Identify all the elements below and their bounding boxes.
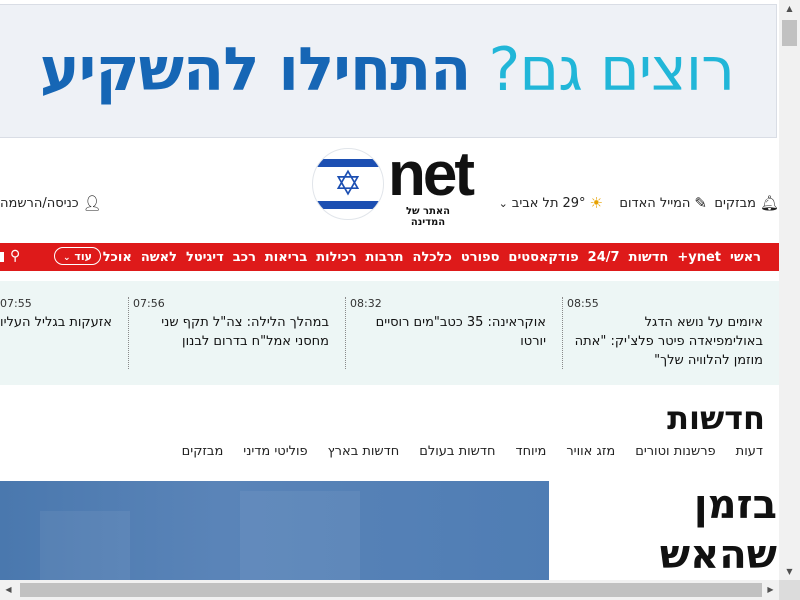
weather-widget[interactable]: ☀ 29° תל אביב ⌄ (498, 194, 603, 212)
ad-banner-text: רוצים גם? התחילו להשקיע (39, 35, 735, 105)
nav-items: ראשי ynet+ חדשות 24/7 פודקאסטים ספורט כל… (103, 243, 761, 271)
scrollbar-corner (779, 580, 800, 600)
ticker-text: במהלך הלילה: צה"ל תקף שני מחסני אמל"ח בד… (161, 315, 329, 349)
ticker-time: 07:55 (0, 297, 32, 310)
ticker-text: אזעקות בגליל העליון (0, 315, 112, 330)
nav-item-home[interactable]: ראשי (730, 250, 761, 265)
ticker-item[interactable]: 08:55 איומים על נושא הדגל באולימפיאדה פי… (567, 297, 763, 370)
user-icon: 👤︎ (82, 194, 102, 212)
vertical-scroll-thumb[interactable] (782, 20, 797, 46)
search-icon[interactable]: ⚲ (10, 249, 20, 264)
ticker-text: איומים על נושא הדגל באולימפיאדה פיטר פלצ… (574, 315, 763, 368)
site-header: 🔔︎ מבזקים ✎ המייל האדום ☀ 29° תל אביב ⌄ … (0, 140, 779, 240)
subnav-item-alerts[interactable]: מבזקים (182, 444, 224, 459)
ticker-time: 07:56 (133, 297, 165, 310)
nav-item-cars[interactable]: רכב (233, 250, 256, 265)
ad-banner-text-bold: התחילו להשקיע (39, 35, 472, 105)
nav-item-digital[interactable]: דיגיטל (186, 250, 224, 265)
alerts-link[interactable]: 🔔︎ מבזקים (714, 194, 779, 212)
ticker-divider (562, 297, 563, 369)
hero-image[interactable] (0, 481, 549, 580)
red-mail-label: המייל האדום (619, 196, 691, 211)
page-viewport: רוצים גם? התחילו להשקיע 🔔︎ מבזקים ✎ המיי… (0, 0, 779, 580)
bell-icon: 🔔︎ (759, 194, 779, 212)
scroll-right-icon[interactable]: ▶ (762, 580, 779, 600)
nav-item-culture[interactable]: תרבות (366, 250, 404, 265)
subnav-item-opinion-columns[interactable]: פרשנות וטורים (635, 444, 715, 459)
scroll-up-icon[interactable]: ▲ (779, 0, 800, 17)
nav-more-button[interactable]: עוד ⌄ (54, 247, 101, 265)
main-nav: ראשי ynet+ חדשות 24/7 פודקאסטים ספורט כל… (0, 243, 779, 271)
ad-banner[interactable]: רוצים גם? התחילו להשקיע (0, 4, 777, 138)
ticker-divider (345, 297, 346, 369)
horizontal-scroll-thumb[interactable] (20, 583, 762, 597)
ticker-divider (128, 297, 129, 369)
logo-tagline: האתר של המדינה (405, 206, 451, 228)
nav-edge-marker (0, 252, 4, 262)
vertical-scrollbar[interactable]: ▲ ▼ (779, 0, 800, 580)
nav-item-247[interactable]: 24/7 (588, 250, 620, 265)
nav-more-label: עוד (74, 250, 92, 263)
scroll-down-icon[interactable]: ▼ (779, 563, 800, 580)
ticker-time: 08:32 (350, 297, 382, 310)
subnav-item-world-news[interactable]: חדשות בעולם (419, 444, 495, 459)
section-subnav: מבזקים פוליטי מדיני חדשות בארץ חדשות בעו… (182, 444, 763, 459)
subnav-item-politics[interactable]: פוליטי מדיני (243, 444, 307, 459)
ticker-item[interactable]: 07:56 במהלך הלילה: צה"ל תקף שני מחסני אמ… (133, 297, 329, 351)
login-label: כניסה/הרשמה (0, 196, 79, 211)
chevron-down-icon: ⌄ (498, 197, 508, 210)
section-title: חדשות (667, 399, 765, 437)
nav-item-women[interactable]: לאשה (141, 250, 177, 265)
ticker-text: אוקראינה: 35 כטב"מים רוסיים יורטו (375, 315, 546, 349)
ticker-item[interactable]: 08:32 אוקראינה: 35 כטב"מים רוסיים יורטו (350, 297, 546, 351)
nav-item-food[interactable]: אוכל (103, 250, 132, 265)
subnav-item-special[interactable]: מיוחד (515, 444, 546, 459)
subnav-item-opinions[interactable]: דעות (736, 444, 763, 459)
weather-city: תל אביב (511, 196, 559, 211)
hero-headline[interactable]: בזמן שהאש (607, 480, 777, 580)
nav-item-news[interactable]: חדשות (629, 250, 669, 265)
nav-item-gossip[interactable]: רכילות (316, 250, 356, 265)
site-logo[interactable]: ✡ net האתר של המדינה (312, 140, 475, 228)
israel-flag-icon: ✡ (312, 148, 384, 220)
nav-item-ynet-plus[interactable]: ynet+ (677, 250, 721, 265)
weather-temp: 29° (562, 196, 586, 211)
horizontal-scrollbar[interactable]: ◀ ▶ (0, 580, 779, 600)
alerts-label: מבזקים (714, 196, 756, 211)
nav-item-health[interactable]: בריאות (265, 250, 307, 265)
subnav-item-weather[interactable]: מזג אוויר (566, 444, 615, 459)
logo-wordmark: net (388, 140, 475, 209)
nav-item-sport[interactable]: ספורט (461, 250, 500, 265)
ticker-time: 08:55 (567, 297, 599, 310)
ad-banner-text-light: רוצים גם? (488, 35, 735, 105)
edit-icon: ✎ (694, 194, 707, 212)
nav-item-economy[interactable]: כלכלה (413, 250, 452, 265)
nav-item-podcasts[interactable]: פודקאסטים (508, 250, 578, 265)
scroll-left-icon[interactable]: ◀ (0, 580, 17, 600)
ticker-item[interactable]: 07:55 אזעקות בגליל העליון (0, 297, 112, 332)
subnav-item-local-news[interactable]: חדשות בארץ (328, 444, 400, 459)
red-mail-link[interactable]: ✎ המייל האדום (619, 194, 707, 212)
login-link[interactable]: 👤︎ כניסה/הרשמה (0, 194, 102, 212)
news-ticker: 08:55 איומים על נושא הדגל באולימפיאדה פי… (0, 281, 779, 385)
sun-icon: ☀ (589, 194, 603, 212)
chevron-down-icon: ⌄ (63, 253, 71, 263)
